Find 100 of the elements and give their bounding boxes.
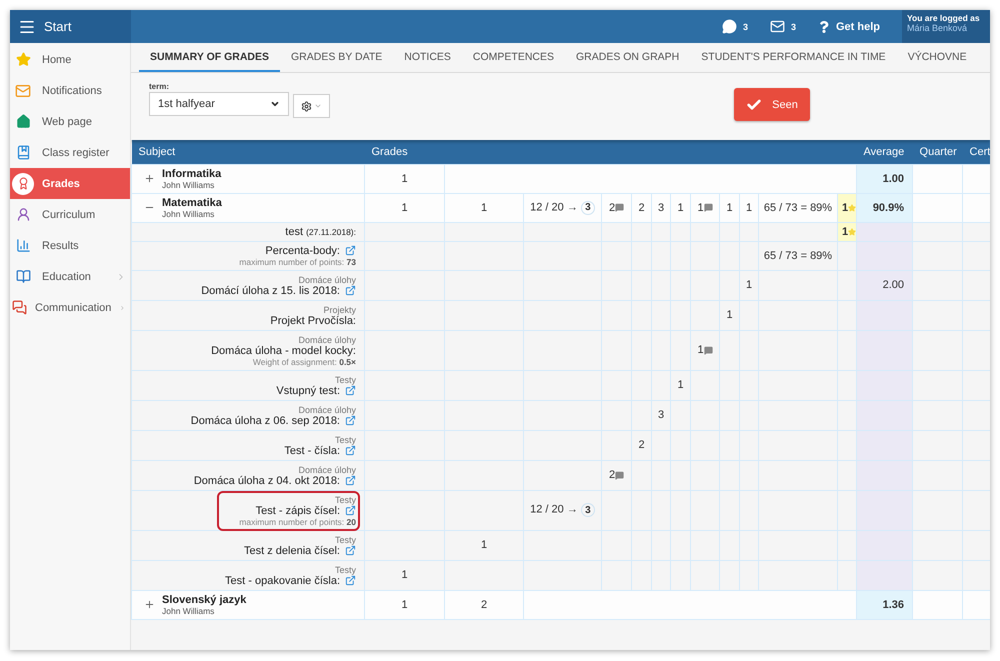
assessment-category: Domáce úlohy: [298, 334, 356, 344]
average-value: 1.36: [882, 598, 904, 610]
grade[interactable]: 1: [677, 202, 684, 214]
external-link-icon[interactable]: [345, 545, 356, 556]
grade[interactable]: 1: [677, 379, 684, 391]
plus-icon: [144, 173, 155, 184]
external-link-icon[interactable]: [345, 415, 356, 426]
grade[interactable]: 3: [658, 409, 664, 421]
grade[interactable]: 1: [726, 202, 733, 214]
grade[interactable]: 1: [401, 202, 408, 214]
column-header: Grades: [364, 140, 857, 164]
sidebar-item[interactable]: Communication: [10, 292, 130, 323]
grade[interactable]: 2: [480, 598, 488, 610]
bar-chart-icon: [16, 238, 30, 253]
sidebar-item[interactable]: Web page: [10, 106, 130, 137]
grade[interactable]: 3: [658, 202, 664, 214]
subject-name[interactable]: Matematika: [162, 196, 222, 208]
assessment-title: Vstupný test:: [276, 384, 340, 396]
mail-icon[interactable]: [770, 19, 785, 34]
result-grade[interactable]: 3: [580, 503, 595, 517]
grade[interactable]: 1: [726, 309, 733, 321]
column-header: Subject: [132, 140, 364, 164]
assessment-category: Testy: [334, 374, 356, 384]
assessment-category: Testy: [334, 434, 356, 444]
help-icon[interactable]: [818, 20, 830, 32]
person-icon: [16, 207, 30, 222]
external-link-icon[interactable]: [345, 245, 356, 256]
assessment-note: maximum number of points: 73: [239, 256, 356, 266]
assessment-title: Test - opakovanie čísla:: [225, 574, 340, 586]
teacher-name: John Williams: [162, 180, 216, 190]
assessment-title: Percenta-body:: [265, 244, 340, 256]
seen-button[interactable]: Seen: [734, 88, 810, 121]
tab[interactable]: STUDENT'S PERFORMANCE IN TIME: [690, 43, 897, 72]
grade[interactable]: 1: [401, 172, 408, 184]
tab[interactable]: GRADES BY DATE: [280, 43, 394, 72]
external-link-icon[interactable]: [345, 385, 356, 396]
caret-icon: [270, 99, 280, 109]
star-icon: [16, 52, 30, 67]
term-select[interactable]: 1st halfyear: [149, 92, 289, 116]
user-panel[interactable]: You are logged as Mária Benková: [902, 10, 990, 43]
chat-icon: [12, 300, 27, 315]
assessment-title: Domáca úloha z 06. sep 2018:: [190, 414, 340, 426]
percent-score: 65 / 73 = 89%: [764, 250, 832, 262]
external-link-icon[interactable]: [345, 475, 356, 486]
column-header: Quarter: [912, 140, 963, 164]
help-link[interactable]: Get help: [836, 20, 880, 32]
chat-icon[interactable]: [722, 19, 737, 34]
messages-count: 3: [742, 22, 748, 32]
points-score: 12 / 20 →: [530, 504, 578, 516]
award-icon: [16, 177, 30, 190]
tab[interactable]: VÝCHOVNE: [896, 43, 978, 72]
result-grade[interactable]: 3: [580, 200, 595, 214]
subject-name[interactable]: Slovenský jazyk: [162, 594, 246, 606]
sidebar-item[interactable]: Education: [10, 261, 130, 292]
assessment-category: Testy: [334, 534, 356, 544]
external-link-icon[interactable]: [345, 285, 356, 296]
external-link-icon[interactable]: [345, 575, 356, 586]
grade[interactable]: 1: [746, 202, 752, 214]
sidebar-item[interactable]: Class register: [10, 137, 130, 168]
expand-icon[interactable]: [144, 599, 155, 610]
envelope-icon: [15, 82, 31, 98]
grade[interactable]: 1: [480, 202, 488, 214]
star-icon: [848, 204, 856, 212]
start-label[interactable]: Start: [44, 19, 72, 34]
subject-name[interactable]: Informatika: [162, 168, 222, 180]
points-score: 12 / 20 →: [530, 201, 578, 213]
comment-icon: [615, 470, 624, 480]
assessment-note: Weight of assignment: 0.5×: [252, 356, 356, 366]
tab[interactable]: NOTICES: [393, 43, 462, 72]
sidebar-item[interactable]: Home: [10, 44, 130, 75]
assessment-category: Testy: [334, 564, 356, 574]
sidebar-item[interactable]: Curriculum: [10, 199, 130, 230]
grade[interactable]: 1: [480, 539, 488, 551]
grade[interactable]: 1: [401, 569, 408, 581]
expand-icon[interactable]: [144, 173, 155, 184]
sidebar-item[interactable]: Grades: [10, 168, 130, 199]
assessment-category: Projekty: [323, 304, 356, 314]
column-header: Cert: [962, 140, 990, 164]
assessment-category: Testy: [334, 494, 356, 504]
comment-icon: [704, 203, 713, 212]
grade[interactable]: 2: [638, 439, 645, 451]
assessment-title: Projekt Prvočísla:: [270, 314, 356, 326]
sidebar-item[interactable]: Notifications: [10, 75, 130, 106]
grade[interactable]: 2: [638, 202, 645, 214]
column-header: Average: [856, 140, 913, 164]
tab[interactable]: COMPETENCES: [462, 43, 565, 72]
tab[interactable]: GRADES ON GRAPH: [565, 43, 690, 72]
sidebar-item[interactable]: Results: [10, 230, 130, 261]
external-link-icon[interactable]: [345, 505, 356, 516]
settings-button[interactable]: [293, 94, 330, 118]
teacher-name: John Williams: [162, 208, 216, 218]
book-icon: [16, 269, 30, 284]
grade[interactable]: 1: [401, 598, 408, 610]
assessment-title: Test - čísla:: [284, 444, 340, 456]
notebook-icon: [16, 145, 30, 160]
gear-icon: [301, 100, 312, 112]
external-link-icon[interactable]: [345, 445, 356, 456]
grade[interactable]: 1: [697, 344, 713, 356]
average-value: 90.9%: [872, 202, 904, 214]
grade[interactable]: 1: [746, 279, 752, 291]
